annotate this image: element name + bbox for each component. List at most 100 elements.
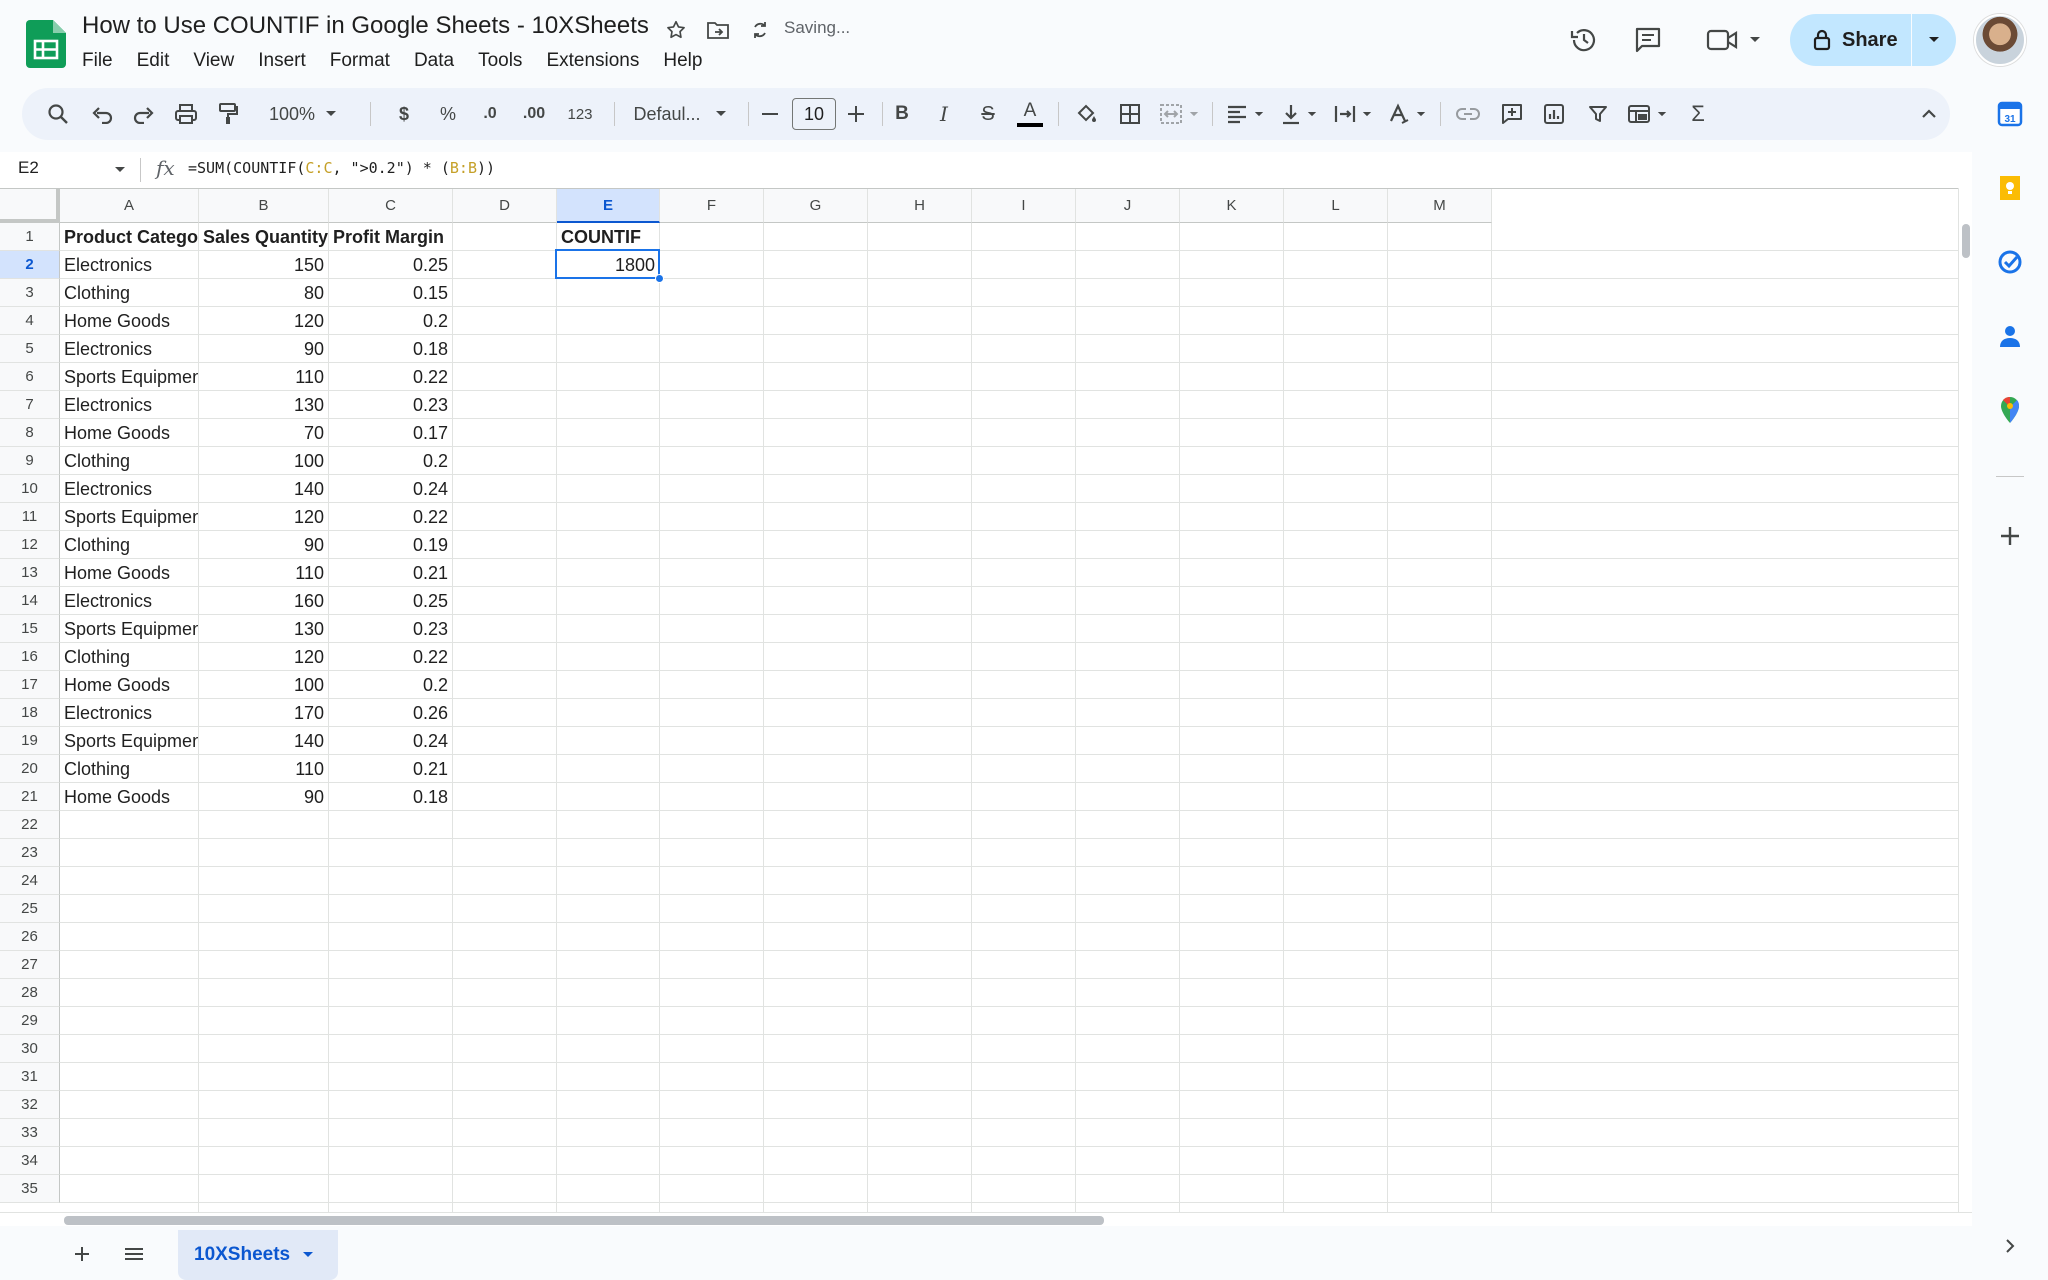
insert-link-icon[interactable]: [1450, 88, 1486, 140]
row-header[interactable]: 5: [0, 335, 60, 363]
horizontal-align-icon[interactable]: [1220, 88, 1270, 140]
tasks-icon[interactable]: [1994, 246, 2026, 278]
calendar-icon[interactable]: 31: [1994, 98, 2026, 130]
data-cell[interactable]: 0.22: [329, 503, 452, 531]
text-wrapping-icon[interactable]: [1328, 88, 1378, 140]
data-cell[interactable]: 0.22: [329, 363, 452, 391]
row-header[interactable]: 20: [0, 755, 60, 783]
spreadsheet-grid[interactable]: A B C D E F G H I J K L M 1 2 3 4 5 6 7 8 9 10 11 12 13 14 15 16 17 18…: [0, 188, 1958, 1212]
menu-tools[interactable]: Tools: [466, 48, 534, 74]
row-header[interactable]: 32: [0, 1091, 60, 1119]
row-header[interactable]: 16: [0, 643, 60, 671]
header-cell[interactable]: Profit Margin: [329, 223, 452, 251]
insert-comment-icon[interactable]: [1494, 88, 1530, 140]
data-cell[interactable]: Home Goods: [60, 671, 198, 699]
name-box[interactable]: E2: [18, 158, 39, 178]
data-cell[interactable]: Electronics: [60, 587, 198, 615]
column-header-j[interactable]: J: [1076, 189, 1180, 223]
vertical-align-icon[interactable]: [1274, 88, 1324, 140]
all-sheets-icon[interactable]: [116, 1236, 152, 1272]
data-cell[interactable]: 0.2: [329, 447, 452, 475]
italic-button[interactable]: I: [926, 88, 962, 140]
row-header[interactable]: 17: [0, 671, 60, 699]
formula-input[interactable]: =SUM(COUNTIF(C:C, ">0.2") * (B:B)): [188, 159, 495, 177]
move-folder-icon[interactable]: [702, 14, 734, 46]
data-cell[interactable]: 0.24: [329, 475, 452, 503]
data-cell[interactable]: 0.25: [329, 251, 452, 279]
version-history-icon[interactable]: [1562, 18, 1606, 62]
column-header-l[interactable]: L: [1284, 189, 1388, 223]
select-all-corner[interactable]: [0, 189, 60, 223]
text-rotation-icon[interactable]: [1382, 88, 1432, 140]
decrease-font-size-icon[interactable]: [752, 88, 788, 140]
column-header-c[interactable]: C: [329, 189, 453, 223]
column-header-h[interactable]: H: [868, 189, 972, 223]
data-cell[interactable]: 0.18: [329, 335, 452, 363]
column-header-i[interactable]: I: [972, 189, 1076, 223]
row-header[interactable]: 11: [0, 503, 60, 531]
currency-format-button[interactable]: $: [386, 88, 422, 140]
column-header-b[interactable]: B: [199, 189, 329, 223]
merge-cells-icon[interactable]: [1152, 88, 1206, 140]
data-cell[interactable]: Sports Equipment: [60, 615, 198, 643]
bold-button[interactable]: B: [884, 88, 920, 140]
data-cell[interactable]: Clothing: [60, 643, 198, 671]
fill-handle[interactable]: [655, 274, 664, 283]
header-cell[interactable]: Sales Quantity: [199, 223, 328, 251]
row-header[interactable]: 26: [0, 923, 60, 951]
increase-font-size-icon[interactable]: [838, 88, 874, 140]
data-cell[interactable]: 0.2: [329, 307, 452, 335]
row-header[interactable]: 4: [0, 307, 60, 335]
column-header-e[interactable]: E: [557, 189, 660, 223]
borders-icon[interactable]: [1112, 88, 1148, 140]
column-header-a[interactable]: A: [60, 189, 199, 223]
font-size-input[interactable]: 10: [792, 98, 836, 130]
number-format-button[interactable]: 123: [558, 88, 602, 140]
data-cell[interactable]: Sports Equipment: [60, 727, 198, 755]
decrease-decimal-button[interactable]: .0: [472, 88, 508, 140]
menu-edit[interactable]: Edit: [125, 48, 182, 74]
row-header[interactable]: 13: [0, 559, 60, 587]
data-cell[interactable]: 0.26: [329, 699, 452, 727]
data-cell[interactable]: 150: [199, 251, 328, 279]
data-cell[interactable]: 110: [199, 755, 328, 783]
data-cell[interactable]: 160: [199, 587, 328, 615]
row-header[interactable]: 19: [0, 727, 60, 755]
chevron-down-icon[interactable]: [302, 1251, 314, 1259]
data-cell[interactable]: 70: [199, 419, 328, 447]
data-cell[interactable]: Sports Equipment: [60, 503, 198, 531]
menu-insert[interactable]: Insert: [246, 48, 318, 74]
horizontal-scrollbar[interactable]: [0, 1212, 1972, 1226]
column-header-m[interactable]: M: [1388, 189, 1492, 223]
star-icon[interactable]: [660, 14, 692, 46]
vertical-scroll-thumb[interactable]: [1962, 224, 1970, 258]
data-cell[interactable]: 100: [199, 671, 328, 699]
countif-label-cell[interactable]: COUNTIF: [557, 223, 659, 251]
data-cell[interactable]: Electronics: [60, 391, 198, 419]
data-cell[interactable]: 110: [199, 363, 328, 391]
data-cell[interactable]: Home Goods: [60, 419, 198, 447]
row-header[interactable]: 35: [0, 1175, 60, 1203]
print-icon[interactable]: [168, 88, 204, 140]
keep-icon[interactable]: [1994, 172, 2026, 204]
collapse-toolbar-icon[interactable]: [1914, 88, 1944, 140]
data-cell[interactable]: Clothing: [60, 279, 198, 307]
vertical-scrollbar[interactable]: [1958, 188, 1972, 1212]
data-cell[interactable]: 130: [199, 391, 328, 419]
zoom-select[interactable]: 100%: [258, 88, 348, 140]
strikethrough-button[interactable]: S: [970, 88, 1006, 140]
row-header[interactable]: 8: [0, 419, 60, 447]
column-header-d[interactable]: D: [453, 189, 557, 223]
row-header[interactable]: 28: [0, 979, 60, 1007]
row-header[interactable]: 14: [0, 587, 60, 615]
text-color-button[interactable]: A: [1012, 88, 1048, 140]
font-select[interactable]: Defaul...: [622, 88, 738, 140]
comments-icon[interactable]: [1626, 18, 1670, 62]
row-header[interactable]: 24: [0, 867, 60, 895]
data-cell[interactable]: 0.21: [329, 559, 452, 587]
data-cell[interactable]: Sports Equipment: [60, 363, 198, 391]
menu-extensions[interactable]: Extensions: [534, 48, 651, 74]
menu-view[interactable]: View: [181, 48, 246, 74]
data-cell[interactable]: Clothing: [60, 531, 198, 559]
data-cell[interactable]: Home Goods: [60, 559, 198, 587]
